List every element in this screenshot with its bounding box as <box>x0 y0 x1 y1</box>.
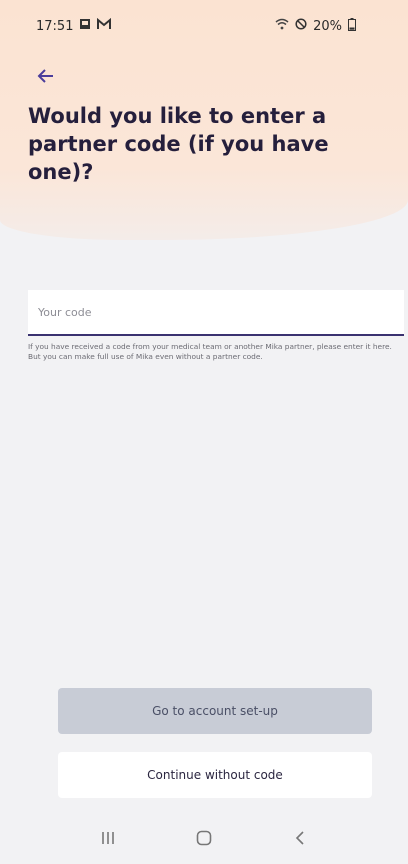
home-icon[interactable] <box>184 818 224 858</box>
gallery-icon <box>79 18 91 34</box>
continue-without-code-button[interactable]: Continue without code <box>58 752 372 798</box>
battery-icon <box>348 17 356 35</box>
help-text: If you have received a code from your me… <box>28 342 392 361</box>
back-arrow-icon[interactable] <box>32 62 60 90</box>
status-right: 20% <box>275 17 356 35</box>
gmail-icon <box>97 17 112 34</box>
partner-code-input[interactable] <box>28 290 404 334</box>
go-to-account-setup-button[interactable]: Go to account set-up <box>58 688 372 734</box>
page-title: Would you like to enter a partner code (… <box>28 104 329 184</box>
recent-apps-icon[interactable] <box>88 818 128 858</box>
status-bar: 17:51 20% <box>0 0 408 52</box>
back-nav-icon[interactable] <box>280 818 320 858</box>
status-time: 17:51 <box>36 18 74 34</box>
partner-code-field[interactable] <box>28 290 404 336</box>
system-nav-bar <box>0 812 408 864</box>
status-left: 17:51 <box>36 17 112 34</box>
wifi-icon <box>275 18 289 34</box>
battery-level: 20% <box>313 18 342 34</box>
do-not-disturb-icon <box>295 18 307 34</box>
